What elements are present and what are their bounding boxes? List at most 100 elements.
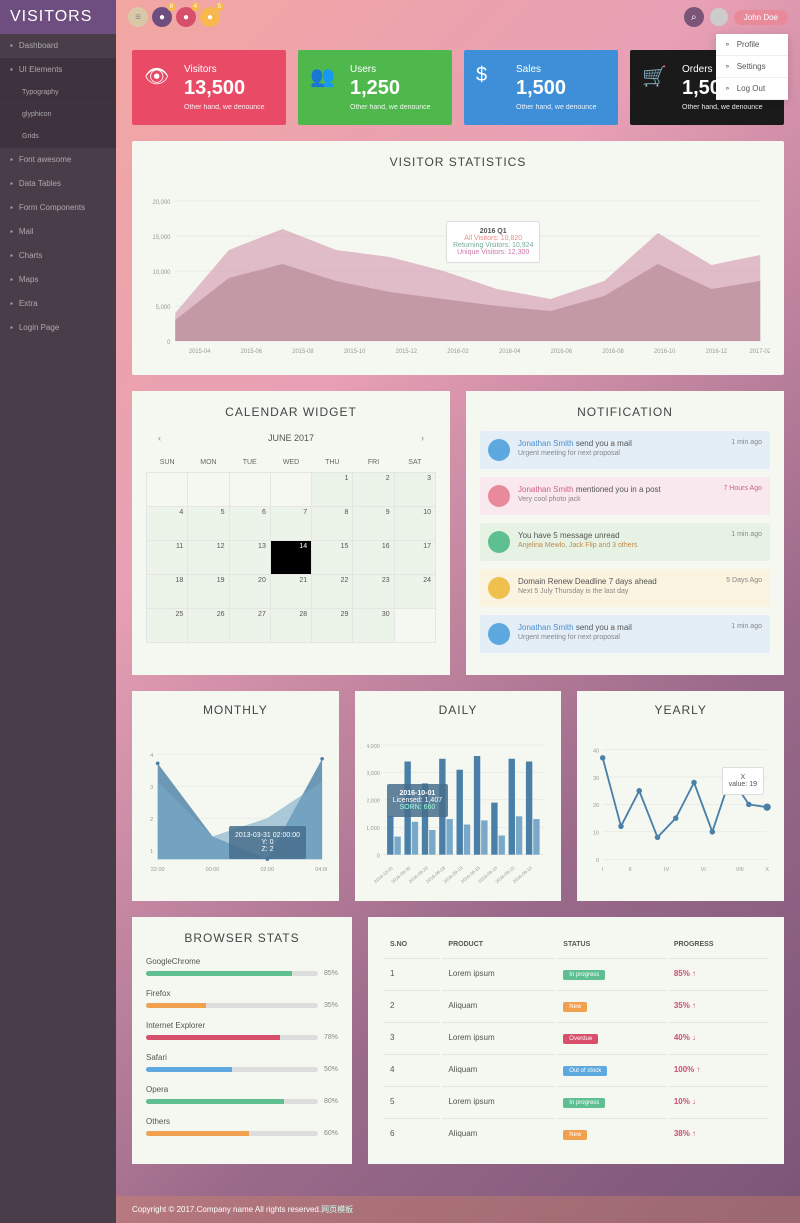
cal-day[interactable]: 18 — [147, 575, 188, 609]
cal-day[interactable]: 7 — [270, 507, 311, 541]
dashboard-icon: ▪ — [10, 41, 13, 50]
cal-day[interactable]: 6 — [229, 507, 270, 541]
notif-icon — [488, 531, 510, 553]
nav-item-ui-elements[interactable]: ▪UI Elements — [0, 58, 116, 82]
brand-logo: VISITORS — [0, 0, 116, 34]
svg-text:1,000: 1,000 — [367, 826, 380, 832]
cal-day[interactable]: 5 — [188, 507, 229, 541]
svg-text:00:00: 00:00 — [206, 867, 220, 873]
mail-icon: ▪ — [10, 227, 13, 236]
username-button[interactable]: John Doe — [734, 10, 788, 25]
main: ≡ ●8●4●5 ⌕ John Doe ⚬Profile⚬Settings⚬Lo… — [116, 0, 800, 1223]
cal-next-icon[interactable]: › — [415, 431, 430, 445]
stat-card-visitors[interactable]: 👁Visitors13,500Other hand, we denounce — [132, 50, 286, 125]
cal-day[interactable]: 11 — [147, 541, 188, 575]
menu-icon[interactable]: ●8 — [152, 7, 172, 27]
cal-day[interactable]: 9 — [353, 507, 394, 541]
cal-day[interactable]: 27 — [229, 609, 270, 643]
dropdown-log-out[interactable]: ⚬Log Out — [716, 78, 788, 100]
cal-day[interactable]: 25 — [147, 609, 188, 643]
svg-text:2015-04: 2015-04 — [189, 349, 211, 355]
footer-link[interactable]: 网页模板 — [321, 1205, 353, 1214]
cal-day[interactable] — [394, 609, 435, 643]
stat-card-users[interactable]: 👥Users1,250Other hand, we denounce — [298, 50, 452, 125]
ui-icon: ▪ — [10, 65, 13, 74]
cal-day[interactable] — [147, 473, 188, 507]
cal-day[interactable]: 16 — [353, 541, 394, 575]
svg-text:2016-02: 2016-02 — [447, 349, 468, 355]
cal-day[interactable]: 19 — [188, 575, 229, 609]
cal-day[interactable]: 4 — [147, 507, 188, 541]
cal-day[interactable]: 26 — [188, 609, 229, 643]
hamburger-icon[interactable]: ≡ — [128, 7, 148, 27]
svg-text:2015-08: 2015-08 — [292, 349, 314, 355]
browser-row: Others60% — [146, 1117, 338, 1137]
cal-day[interactable]: 29 — [312, 609, 353, 643]
cal-day[interactable]: 15 — [312, 541, 353, 575]
dropdown-profile[interactable]: ⚬Profile — [716, 34, 788, 56]
stat-card-sales[interactable]: $Sales1,500Other hand, we denounce — [464, 50, 618, 125]
notification-item[interactable]: Jonathan Smith send you a mailUrgent mee… — [480, 615, 770, 653]
status-badge: New — [563, 1130, 587, 1140]
nav-item-mail[interactable]: ▪Mail — [0, 220, 116, 244]
dropdown-icon: ⚬ — [724, 84, 731, 93]
cal-day[interactable]: 23 — [353, 575, 394, 609]
nav-item-dashboard[interactable]: ▪Dashboard — [0, 34, 116, 58]
dropdown-icon: ⚬ — [724, 40, 731, 49]
svg-text:VIII: VIII — [736, 867, 745, 873]
cal-day[interactable]: 24 — [394, 575, 435, 609]
visitor-stats-panel: VISITOR STATISTICS 20,000 15,000 10,000 … — [132, 141, 784, 375]
nav-sub-typography[interactable]: Typography — [0, 82, 116, 104]
cal-day[interactable] — [188, 473, 229, 507]
search-icon[interactable]: ⌕ — [684, 7, 704, 27]
status-badge: In progress — [563, 970, 605, 980]
form-icon: ▪ — [10, 203, 13, 212]
notification-item[interactable]: You have 5 message unreadAnjelina Mewlo,… — [480, 523, 770, 561]
cal-day[interactable]: 2 — [353, 473, 394, 507]
nav-item-login-page[interactable]: ▪Login Page — [0, 316, 116, 340]
cal-prev-icon[interactable]: ‹ — [152, 431, 167, 445]
cal-day[interactable]: 1 — [312, 473, 353, 507]
dropdown-settings[interactable]: ⚬Settings — [716, 56, 788, 78]
browser-row: Opera80% — [146, 1085, 338, 1105]
nav-item-font-awesome[interactable]: ▪Font awesome — [0, 148, 116, 172]
cal-day[interactable]: 28 — [270, 609, 311, 643]
notif-title: NOTIFICATION — [480, 405, 770, 419]
cal-day[interactable]: 13 — [229, 541, 270, 575]
notification-item[interactable]: Jonathan Smith mentioned you in a postVe… — [480, 477, 770, 515]
avatar[interactable] — [710, 8, 728, 26]
monthly-tooltip: 2013-03-31 02:00:00 Y: 0 Z: 2 — [229, 826, 306, 859]
mail-icon[interactable]: ●4 — [176, 7, 196, 27]
cal-day[interactable]: 14 — [270, 541, 311, 575]
svg-text:3,000: 3,000 — [367, 771, 380, 777]
cal-day[interactable]: 20 — [229, 575, 270, 609]
map-icon: ▪ — [10, 275, 13, 284]
cal-day[interactable]: 21 — [270, 575, 311, 609]
bell-icon[interactable]: ●5 — [200, 7, 220, 27]
cal-day[interactable]: 3 — [394, 473, 435, 507]
cal-day[interactable]: 8 — [312, 507, 353, 541]
cal-day[interactable]: 12 — [188, 541, 229, 575]
cal-day[interactable]: 17 — [394, 541, 435, 575]
nav-item-charts[interactable]: ▪Charts — [0, 244, 116, 268]
nav-item-form-components[interactable]: ▪Form Components — [0, 196, 116, 220]
table-icon: ▪ — [10, 179, 13, 188]
notification-item[interactable]: Domain Renew Deadline 7 days aheadNext 5… — [480, 569, 770, 607]
nav-item-data-tables[interactable]: ▪Data Tables — [0, 172, 116, 196]
cal-day[interactable]: 22 — [312, 575, 353, 609]
status-badge: In progress — [563, 1098, 605, 1108]
chart-icon: ▪ — [10, 251, 13, 260]
notif-icon — [488, 577, 510, 599]
svg-text:2015-06: 2015-06 — [241, 349, 263, 355]
nav-sub-glyphicon[interactable]: glyphicon — [0, 104, 116, 126]
nav-item-extra[interactable]: ▪Extra — [0, 292, 116, 316]
nav-sub-grids[interactable]: Grids — [0, 126, 116, 148]
daily-chart: 4,0003,0002,0001,0000 2016-10-012016-09-… — [367, 729, 550, 889]
daily-panel: DAILY 4,0003,0002,0001,0000 2016-10-0120… — [355, 691, 562, 901]
cal-day[interactable]: 10 — [394, 507, 435, 541]
cal-day[interactable]: 30 — [353, 609, 394, 643]
notification-item[interactable]: Jonathan Smith send you a mailUrgent mee… — [480, 431, 770, 469]
nav-item-maps[interactable]: ▪Maps — [0, 268, 116, 292]
cal-day[interactable] — [270, 473, 311, 507]
cal-day[interactable] — [229, 473, 270, 507]
